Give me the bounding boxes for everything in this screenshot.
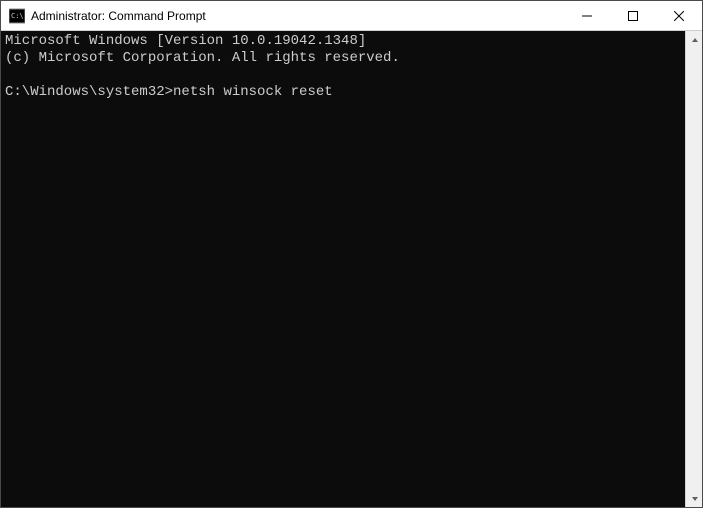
typed-command: netsh winsock reset [173,84,333,100]
scroll-up-button[interactable] [686,31,703,48]
prompt-path: C:\Windows\system32> [5,84,173,100]
copyright-line: (c) Microsoft Corporation. All rights re… [5,50,400,66]
window-controls [564,1,702,30]
titlebar[interactable]: C:\ Administrator: Command Prompt [1,1,702,31]
prompt-line: C:\Windows\system32>netsh winsock reset [5,84,333,100]
version-line: Microsoft Windows [Version 10.0.19042.13… [5,33,366,49]
close-button[interactable] [656,1,702,30]
scroll-track[interactable] [686,48,702,490]
minimize-button[interactable] [564,1,610,30]
maximize-button[interactable] [610,1,656,30]
command-prompt-window: C:\ Administrator: Command Prompt Micros… [0,0,703,508]
svg-text:C:\: C:\ [11,12,24,20]
client-area: Microsoft Windows [Version 10.0.19042.13… [1,31,702,507]
vertical-scrollbar[interactable] [685,31,702,507]
window-title: Administrator: Command Prompt [31,9,206,23]
scroll-down-button[interactable] [686,490,703,507]
cmd-icon: C:\ [9,8,25,24]
terminal-output[interactable]: Microsoft Windows [Version 10.0.19042.13… [1,31,685,507]
